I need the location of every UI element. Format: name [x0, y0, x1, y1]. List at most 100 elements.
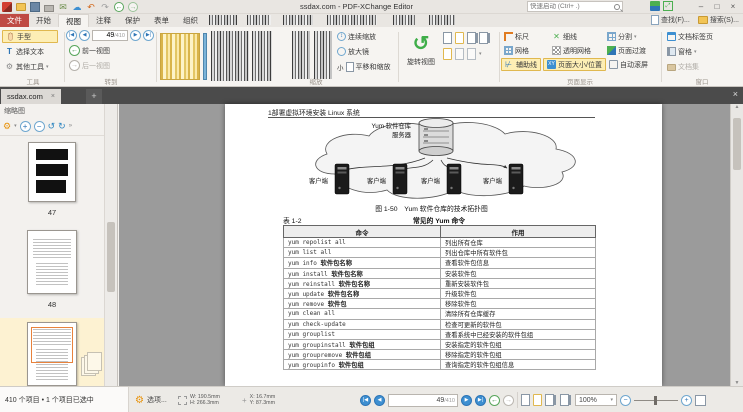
- next-page-button[interactable]: ▶: [130, 30, 141, 41]
- zoom-in-thumbs-icon[interactable]: +: [20, 121, 31, 132]
- layout-option-icon[interactable]: [455, 48, 464, 60]
- cloud-icon[interactable]: ☁: [72, 2, 82, 12]
- prev-page-button[interactable]: ◀: [374, 395, 385, 406]
- layout-option2-icon[interactable]: [467, 48, 476, 60]
- next-view-button[interactable]: →: [503, 395, 514, 406]
- page-number-input[interactable]: 49/410: [92, 30, 128, 41]
- other-tools-button[interactable]: ⚙ 其他工具 ▾: [2, 60, 64, 73]
- chevron-down-icon[interactable]: ▾: [479, 51, 482, 57]
- save-icon[interactable]: [30, 2, 40, 12]
- document-set-button[interactable]: 文档集: [664, 60, 740, 73]
- two-pages-icon[interactable]: [467, 32, 476, 44]
- page-size-position-button[interactable]: XY 页面大小/位置: [543, 58, 606, 71]
- search-button[interactable]: 搜索(S)...: [698, 15, 739, 25]
- quick-launch-box[interactable]: [527, 1, 623, 12]
- scrollbar-thumb[interactable]: [733, 118, 741, 170]
- document-tab[interactable]: ssdax.com ×: [1, 89, 61, 104]
- scroll-up-icon[interactable]: ▲: [731, 104, 743, 110]
- first-page-button[interactable]: |◀: [66, 30, 77, 41]
- page-transition-button[interactable]: 页面过渡: [604, 44, 649, 57]
- auto-scroll-button[interactable]: 自动滚屏: [606, 58, 651, 71]
- tab-form[interactable]: 表单: [147, 14, 176, 27]
- grid-button[interactable]: 网格: [501, 44, 532, 57]
- ruler-button[interactable]: 标尺: [501, 30, 532, 43]
- tab-file[interactable]: 文件: [0, 14, 29, 27]
- undo-icon[interactable]: ↶: [86, 2, 96, 12]
- document-tabs-button[interactable]: 文档标签页: [664, 30, 740, 43]
- panes-icon: [667, 47, 676, 56]
- zoom-out-button[interactable]: −: [620, 395, 631, 406]
- special-layout-icon[interactable]: [443, 48, 452, 60]
- two-pages-continuous-icon[interactable]: [479, 32, 488, 44]
- document-scrollbar[interactable]: ▲ ▼: [730, 104, 743, 386]
- page-number-input[interactable]: 49/410: [388, 394, 458, 407]
- rotate-cw-icon[interactable]: ↻: [58, 121, 66, 132]
- tab-start[interactable]: 开始: [29, 14, 58, 27]
- close-button[interactable]: ×: [725, 0, 741, 13]
- fit-page-icon[interactable]: [695, 395, 706, 406]
- options-button[interactable]: 选项...: [147, 395, 167, 405]
- zoom-slider-handle[interactable]: [654, 396, 657, 405]
- tab-view[interactable]: 视图: [58, 14, 89, 27]
- single-page-button[interactable]: [521, 394, 530, 406]
- open-folder-icon[interactable]: [16, 3, 26, 11]
- rotate-view-button[interactable]: ↺ 旋转视图: [401, 31, 441, 81]
- tab-comment[interactable]: 注释: [89, 14, 118, 27]
- thumbnail-row-48[interactable]: 48: [0, 226, 104, 312]
- back-view-icon[interactable]: ←: [114, 2, 124, 12]
- share-icon[interactable]: [650, 1, 660, 11]
- panel-scrollbar[interactable]: [104, 104, 117, 386]
- continuous-layout-button[interactable]: [533, 394, 542, 406]
- email-icon[interactable]: ✉: [58, 2, 68, 12]
- thin-lines-button[interactable]: ✕ 细线: [549, 30, 580, 43]
- more-icon[interactable]: »: [69, 123, 72, 129]
- prev-page-button[interactable]: ◀: [79, 30, 90, 41]
- zoom-out-thumbs-icon[interactable]: −: [34, 121, 45, 132]
- next-view-button[interactable]: → 后一视图: [66, 59, 156, 72]
- continuous-layout-icon[interactable]: [455, 32, 464, 44]
- first-page-button[interactable]: |◀: [360, 395, 371, 406]
- guides-button[interactable]: ⊬ 辅助线: [501, 58, 541, 71]
- minimize-button[interactable]: –: [693, 0, 709, 13]
- pdf-page[interactable]: 1部署虚拟环境安装 Linux 系统: [225, 104, 662, 386]
- forward-view-icon[interactable]: →: [128, 2, 138, 12]
- select-text-button[interactable]: T 选择文本: [2, 45, 64, 58]
- new-tab-button[interactable]: +: [86, 89, 102, 104]
- rotate-ccw-icon[interactable]: ↺: [48, 121, 56, 132]
- close-pane-icon[interactable]: ×: [733, 89, 738, 99]
- panes-button[interactable]: 窗格 ▾: [664, 45, 740, 58]
- zoom-in-button[interactable]: +: [681, 395, 692, 406]
- next-page-button[interactable]: ▶: [461, 395, 472, 406]
- print-icon[interactable]: [44, 5, 54, 12]
- chevron-down-icon[interactable]: ▾: [14, 123, 17, 129]
- redo-icon[interactable]: ↷: [100, 2, 110, 12]
- options-gear-icon[interactable]: ⚙: [135, 395, 144, 406]
- two-pages-button[interactable]: [545, 394, 554, 406]
- visible-area-rectangle[interactable]: [31, 327, 73, 363]
- previous-view-button[interactable]: ←: [489, 395, 500, 406]
- tab-organize[interactable]: 组织: [176, 14, 205, 27]
- panel-options-icon[interactable]: ⚙: [3, 121, 11, 132]
- last-page-button[interactable]: ▶|: [475, 395, 486, 406]
- hand-tool-button[interactable]: 手型: [2, 30, 58, 43]
- document-area[interactable]: 1部署虚拟环境安装 Linux 系统: [119, 104, 743, 386]
- restore-button[interactable]: □: [709, 0, 725, 13]
- pan-zoom-button[interactable]: 小 平移和缩放: [334, 60, 398, 73]
- zoom-level-select[interactable]: 100% ▾: [575, 394, 617, 406]
- magnifier-button[interactable]: 放大镜: [334, 45, 398, 58]
- thumbnail-row-47[interactable]: 47: [0, 138, 104, 220]
- two-pages-continuous-button[interactable]: [560, 394, 569, 406]
- zoom-slider[interactable]: [634, 400, 678, 401]
- previous-view-button[interactable]: ← 前一视图: [66, 44, 156, 57]
- fullscreen-icon[interactable]: ⤢: [663, 1, 673, 11]
- last-page-button[interactable]: ▶|: [143, 30, 154, 41]
- server-label-line1: Yum 软件仓库: [331, 121, 411, 130]
- quick-launch-input[interactable]: [530, 3, 614, 10]
- tab-close-icon[interactable]: ×: [51, 89, 55, 104]
- split-button[interactable]: 分割 ▾: [604, 30, 640, 43]
- tab-protect[interactable]: 保护: [118, 14, 147, 27]
- single-page-icon[interactable]: [443, 32, 452, 44]
- continuous-zoom-button[interactable]: ↕ 连续缩放: [334, 30, 398, 43]
- find-button[interactable]: 查找(F)...: [651, 15, 690, 25]
- transparent-grid-button[interactable]: 透明网格: [549, 44, 594, 57]
